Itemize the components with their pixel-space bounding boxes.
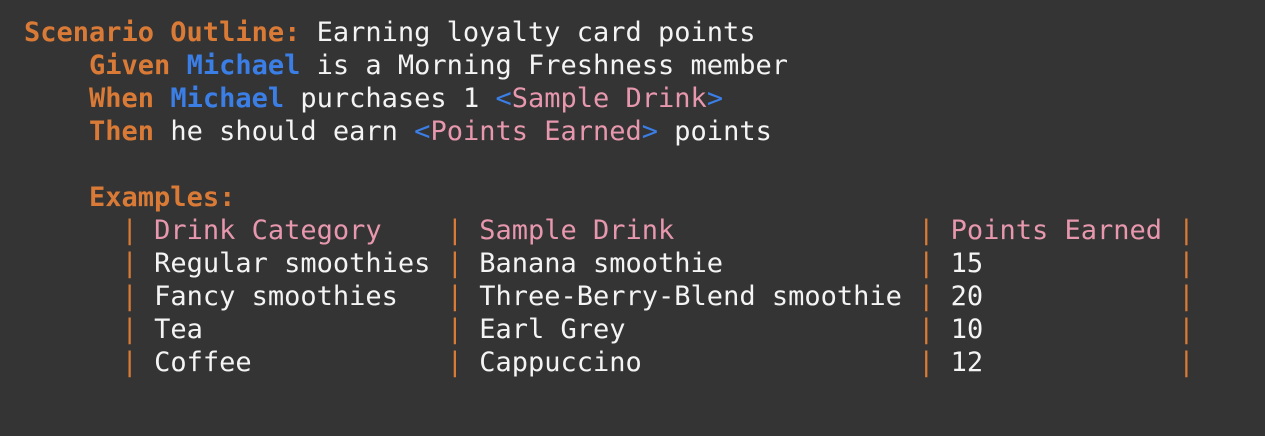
table-pipe: | [121,215,138,246]
table-cell: Cappuccino [479,347,642,378]
scenario-title: Earning loyalty card points [316,17,756,48]
table-pipe: | [446,248,463,279]
table-pipe: | [446,215,463,246]
examples-line: Examples: [24,181,1195,214]
given-text: is a Morning Freshness member [316,50,789,81]
then-keyword: Then [89,116,155,147]
then-step: Then he should earn <Points Earned> poin… [24,115,1195,148]
table-pipe: | [918,248,935,279]
table-pipe: | [1178,281,1195,312]
when-param: Sample Drink [511,83,707,114]
table-pipe: | [121,281,138,312]
given-step: Given Michael is a Morning Freshness mem… [24,49,1195,82]
table-pipe: | [121,314,138,345]
when-step: When Michael purchases 1 <Sample Drink> [24,82,1195,115]
table-cell: Coffee [154,347,252,378]
when-actor: Michael [170,83,285,114]
gherkin-code-block: Scenario Outline: Earning loyalty card p… [24,16,1195,379]
table-pipe: | [918,347,935,378]
examples-header-row: | Drink Category | Sample Drink | Points… [24,214,1195,247]
when-param-close: > [706,83,724,114]
then-param-open: < [414,116,431,147]
then-text: he should earn [170,116,398,147]
table-cell: 15 [950,248,984,279]
given-actor: Michael [186,50,301,81]
table-pipe: | [1178,248,1195,279]
table-pipe: | [1178,347,1195,378]
table-pipe: | [446,281,463,312]
table-row: | Regular smoothies | Banana smoothie | … [24,247,1195,280]
table-pipe: | [1178,215,1195,246]
when-param-open: < [495,83,512,114]
scenario-outline-line: Scenario Outline: Earning loyalty card p… [24,16,1195,49]
then-param-close: > [641,116,659,147]
table-pipe: | [446,314,463,345]
table-pipe: | [918,215,935,246]
table-pipe: | [918,314,935,345]
table-header-cell: Sample Drink [479,215,675,246]
table-pipe: | [1178,314,1195,345]
table-pipe: | [121,248,138,279]
table-header-cell: Drink Category [154,215,382,246]
table-cell: Earl Grey [479,314,626,345]
given-keyword: Given [89,50,171,81]
table-cell: Banana smoothie [479,248,724,279]
table-cell: 10 [950,314,984,345]
when-text: purchases 1 [300,83,480,114]
then-param: Points Earned [430,116,642,147]
table-cell: Fancy smoothies [154,281,398,312]
table-cell: 20 [950,281,984,312]
table-cell: Regular smoothies [154,248,431,279]
table-row: | Tea | Earl Grey | 10 | [24,313,1195,346]
table-pipe: | [918,281,935,312]
then-text-after: points [674,116,772,147]
examples-keyword: Examples: [89,182,236,213]
scenario-outline-keyword: Scenario Outline: [24,17,301,48]
table-pipe: | [121,347,138,378]
table-cell: Three-Berry-Blend smoothie [479,281,902,312]
when-keyword: When [89,83,155,114]
examples-table: | Drink Category | Sample Drink | Points… [24,214,1195,379]
table-cell: Tea [154,314,203,345]
table-pipe: | [446,347,463,378]
table-row: | Coffee | Cappuccino | 12 | [24,346,1195,379]
table-row: | Fancy smoothies | Three-Berry-Blend sm… [24,280,1195,313]
table-header-cell: Points Earned [950,215,1162,246]
table-cell: 12 [950,347,984,378]
